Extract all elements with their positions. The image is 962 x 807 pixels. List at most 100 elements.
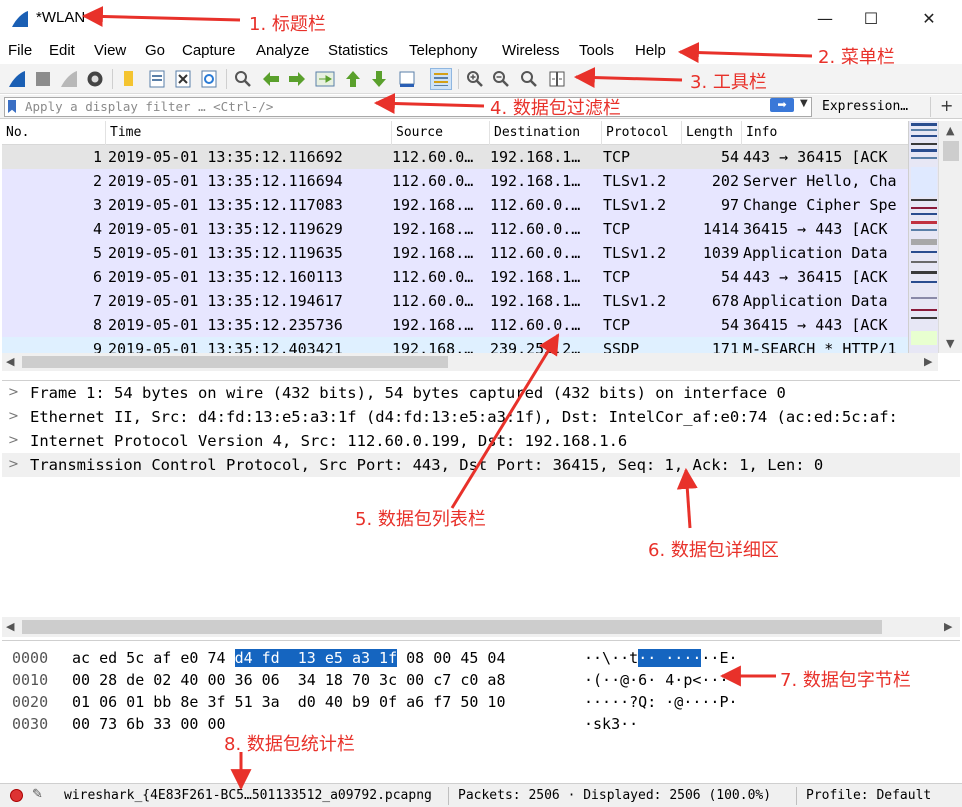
- menu-edit[interactable]: Edit: [49, 42, 75, 59]
- save-file-icon[interactable]: [146, 68, 168, 90]
- wireshark-logo-icon: [12, 11, 28, 27]
- packet-cell-src: 112.60.0…: [392, 148, 474, 166]
- zoom-out-icon[interactable]: [490, 68, 512, 90]
- expand-chevron-icon[interactable]: >: [8, 405, 19, 429]
- menu-view[interactable]: View: [94, 42, 126, 59]
- close-file-icon[interactable]: [172, 68, 194, 90]
- packet-cell-no: 6: [92, 268, 102, 286]
- packet-row[interactable]: 8 2019-05-01 13:35:12.235736 192.168.… 112.…: [2, 313, 908, 337]
- packet-cell-no: 5: [92, 244, 102, 262]
- add-filter-button[interactable]: +: [940, 96, 953, 115]
- packet-row[interactable]: 4 2019-05-01 13:35:12.119629 192.168.… 112.…: [2, 217, 908, 241]
- packet-list-hscroll[interactable]: ◀ ▶: [2, 353, 938, 371]
- menu-tools[interactable]: Tools: [579, 42, 614, 59]
- expand-chevron-icon[interactable]: >: [8, 429, 19, 453]
- column-protocol[interactable]: Protocol: [602, 121, 682, 145]
- details-hscroll[interactable]: ◀ ▶: [2, 617, 960, 637]
- menu-analyze[interactable]: Analyze: [256, 42, 309, 59]
- packet-list-vscroll[interactable]: ▲ ▼: [938, 121, 962, 353]
- go-back-icon[interactable]: [260, 68, 282, 90]
- menu-go[interactable]: Go: [145, 42, 165, 59]
- menu-file[interactable]: File: [8, 42, 32, 59]
- packet-row[interactable]: 9 2019-05-01 13:35:12.403421 192.168.… 239.…: [2, 337, 908, 353]
- packet-cell-time: 2019-05-01 13:35:12.235736: [108, 316, 343, 334]
- capture-options-icon[interactable]: [84, 68, 106, 90]
- maximize-button[interactable]: ☐: [848, 6, 894, 32]
- bytes-hex-segment: 01 06 01 bb 8e 3f 51 3a d0 40 b9 0f a6 f…: [72, 693, 506, 711]
- menu-help[interactable]: Help: [635, 42, 666, 59]
- colorize-icon[interactable]: [430, 68, 452, 90]
- capture-comment-icon[interactable]: ✎: [32, 787, 43, 802]
- reload-file-icon[interactable]: [198, 68, 220, 90]
- bytes-hex: 00 28 de 02 40 00 36 06 34 18 70 3c 00 c…: [72, 669, 505, 691]
- packet-minimap[interactable]: [908, 121, 938, 353]
- menu-capture[interactable]: Capture: [182, 42, 235, 59]
- packet-cell-no: 3: [92, 196, 102, 214]
- resize-columns-icon[interactable]: [546, 68, 568, 90]
- packet-row[interactable]: 5 2019-05-01 13:35:12.119635 192.168.… 112.…: [2, 241, 908, 265]
- bytes-row[interactable]: 0030 00 73 6b 33 00 00 ·sk3··: [2, 713, 960, 735]
- packet-row[interactable]: 1 2019-05-01 13:35:12.116692 112.60.0… 192.…: [2, 145, 908, 169]
- packet-row[interactable]: 7 2019-05-01 13:35:12.194617 112.60.0… 192.…: [2, 289, 908, 313]
- column-length[interactable]: Length: [682, 121, 742, 145]
- autoscroll-icon[interactable]: [396, 68, 418, 90]
- status-profile[interactable]: Profile: Default: [806, 788, 931, 803]
- bytes-row[interactable]: 0020 01 06 01 bb 8e 3f 51 3a d0 40 b9 0f …: [2, 691, 960, 713]
- menu-wireless[interactable]: Wireless: [502, 42, 560, 59]
- bytes-hex-segment: d4 fd 13 e5 a3 1f: [234, 649, 398, 667]
- bytes-offset: 0010: [12, 671, 49, 689]
- detail-frame[interactable]: > Frame 1: 54 bytes on wire (432 bits), 5…: [2, 381, 960, 405]
- packet-row[interactable]: 2 2019-05-01 13:35:12.116694 112.60.0… 192.…: [2, 169, 908, 193]
- packet-cell-no: 4: [92, 220, 102, 238]
- last-packet-icon[interactable]: [368, 68, 390, 90]
- column-destination[interactable]: Destination: [490, 121, 602, 145]
- menu-telephony[interactable]: Telephony: [409, 42, 477, 59]
- close-button[interactable]: ✕: [906, 6, 952, 32]
- apply-filter-arrow-icon[interactable]: ➡: [770, 98, 794, 112]
- detail-tcp[interactable]: > Transmission Control Protocol, Src Port…: [2, 453, 960, 477]
- column-no[interactable]: No.: [2, 121, 106, 145]
- packet-cell-proto: TCP: [603, 220, 631, 238]
- menu-statistics[interactable]: Statistics: [328, 42, 388, 59]
- column-time[interactable]: Time: [106, 121, 392, 145]
- bytes-offset: 0000: [12, 649, 49, 667]
- open-file-icon[interactable]: [118, 68, 140, 90]
- packet-row[interactable]: 6 2019-05-01 13:35:12.160113 112.60.0… 192.…: [2, 265, 908, 289]
- packet-cell-info: Application Data: [743, 244, 888, 262]
- annotation-packet-details: 6. 数据包详细区: [648, 540, 779, 561]
- packet-cell-src: 112.60.0…: [392, 268, 474, 286]
- expert-info-led-icon[interactable]: [10, 789, 23, 802]
- zoom-reset-icon[interactable]: [518, 68, 540, 90]
- detail-ethernet[interactable]: > Ethernet II, Src: d4:fd:13:e5:a3:1f (d4…: [2, 405, 960, 429]
- expand-chevron-icon[interactable]: >: [8, 381, 19, 405]
- packet-cell-info: 36415 → 443 [ACK: [743, 316, 888, 334]
- find-packet-icon[interactable]: [232, 68, 254, 90]
- column-source[interactable]: Source: [392, 121, 490, 145]
- packet-cell-proto: TLSv1.2: [603, 292, 667, 310]
- packet-cell-info: Server Hello, Cha: [743, 172, 897, 190]
- packet-cell-dst: 112.60.0.…: [490, 244, 581, 262]
- go-to-packet-icon[interactable]: [314, 68, 336, 90]
- expression-button[interactable]: Expression…: [822, 99, 908, 114]
- detail-ipv4[interactable]: > Internet Protocol Version 4, Src: 112.6…: [2, 429, 960, 453]
- expand-chevron-icon[interactable]: >: [8, 453, 19, 477]
- bytes-ascii: ··\··t·· ······E·: [584, 647, 738, 669]
- filter-dropdown-icon[interactable]: ▼: [800, 98, 808, 109]
- packet-list: 1 2019-05-01 13:35:12.116692 112.60.0… 192.…: [2, 145, 908, 353]
- column-info[interactable]: Info: [742, 121, 908, 145]
- zoom-in-icon[interactable]: [464, 68, 486, 90]
- stop-capture-icon[interactable]: [32, 68, 54, 90]
- display-filter-input[interactable]: Apply a display filter … <Ctrl-/>: [4, 97, 812, 117]
- packet-cell-info: Application Data: [743, 292, 888, 310]
- minimize-button[interactable]: —: [802, 6, 848, 32]
- bytes-ascii: ·sk3··: [584, 713, 638, 735]
- packet-cell-proto: TCP: [603, 316, 631, 334]
- first-packet-icon[interactable]: [342, 68, 364, 90]
- start-capture-icon[interactable]: [6, 68, 28, 90]
- packet-row[interactable]: 3 2019-05-01 13:35:12.117083 192.168.… 112.…: [2, 193, 908, 217]
- go-forward-icon[interactable]: [286, 68, 308, 90]
- restart-capture-icon[interactable]: [58, 68, 80, 90]
- annotation-packet-bytes: 7. 数据包字节栏: [780, 670, 911, 691]
- filter-placeholder: Apply a display filter … <Ctrl-/>: [25, 99, 274, 114]
- filter-bookmark-icon[interactable]: [8, 100, 16, 113]
